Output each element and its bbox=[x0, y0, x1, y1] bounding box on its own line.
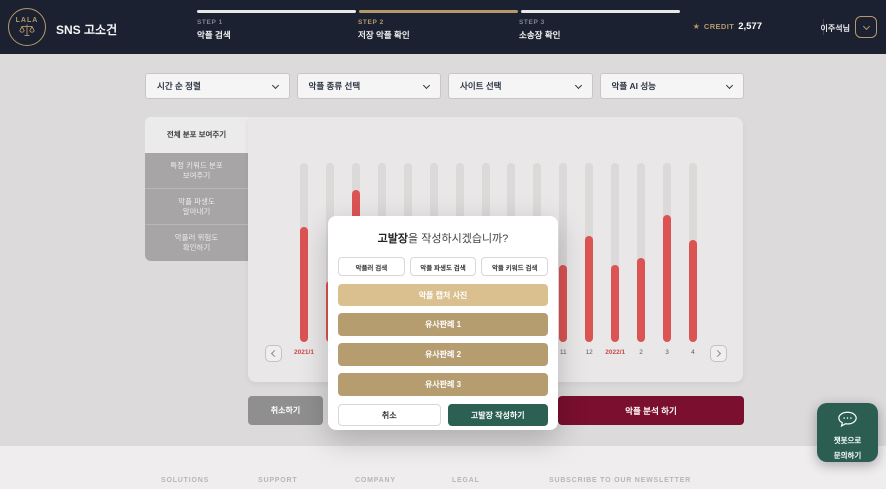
chevron-down-icon bbox=[271, 81, 278, 88]
credit-value: 2,577 bbox=[738, 21, 762, 32]
chatbot-button[interactable]: 챗봇으로 문의하기 bbox=[817, 403, 878, 462]
footer-col-solutions: SOLUTIONS bbox=[161, 477, 209, 484]
write-complaint-button[interactable]: 고발장 작성하기 bbox=[448, 404, 549, 426]
chevron-left-icon bbox=[271, 350, 278, 357]
step-3-bar bbox=[521, 10, 680, 13]
footer-col-legal: LEGAL bbox=[452, 477, 480, 484]
analyze-comments-button[interactable]: 악플 분석 하기 bbox=[558, 396, 744, 425]
tab-comment-derivation[interactable]: 악플 파생도 알아내기 bbox=[145, 189, 248, 225]
search-commenter-button[interactable]: 악플러 검색 bbox=[338, 257, 405, 276]
step-2: STEP 2 저장 악플 확인 bbox=[358, 19, 519, 41]
bar-4 bbox=[689, 240, 697, 342]
bar-12 bbox=[585, 236, 593, 342]
x-tick-label: 2 bbox=[628, 349, 654, 356]
modal-title: 고발장을 작성하시겠습니까? bbox=[338, 230, 548, 246]
step-progress: STEP 1 악플 검색 STEP 2 저장 악플 확인 STEP 3 소송장 … bbox=[197, 10, 680, 41]
page: LALA SNS 고소건 bbox=[0, 0, 886, 489]
user-name: 이주석님 bbox=[821, 23, 850, 34]
app-header: LALA SNS 고소건 bbox=[0, 0, 886, 54]
chart-prev-button[interactable] bbox=[265, 345, 282, 362]
cancel-button[interactable]: 취소하기 bbox=[248, 396, 323, 425]
modal-cancel-button[interactable]: 취소 bbox=[338, 404, 441, 426]
x-tick-label: 2022/1 bbox=[602, 349, 628, 356]
chat-bubble-icon bbox=[837, 411, 858, 428]
search-keyword-button[interactable]: 악플 키워드 검색 bbox=[481, 257, 548, 276]
modal-chip-row: 악플러 검색 악플 파생도 검색 악플 키워드 검색 bbox=[338, 257, 548, 276]
chevron-down-icon bbox=[574, 81, 581, 88]
credit-display: ★ CREDIT 2,577 bbox=[693, 21, 762, 32]
step-progress-bar bbox=[197, 10, 680, 13]
tab-keyword-distribution[interactable]: 특정 키워드 분포 보여주기 bbox=[145, 153, 248, 189]
bar-3 bbox=[663, 215, 671, 342]
similar-case-1-button[interactable]: 유사판례 1 bbox=[338, 313, 548, 336]
step-3: STEP 3 소송장 확인 bbox=[519, 19, 680, 41]
footer-col-newsletter: SUBSCRIBE TO OUR NEWSLETTER bbox=[549, 477, 691, 484]
star-icon: ★ bbox=[693, 23, 700, 31]
site-select-dropdown[interactable]: 사이트 선택 bbox=[448, 73, 593, 99]
chevron-right-icon bbox=[714, 350, 721, 357]
bar-2 bbox=[637, 258, 645, 342]
analysis-tabs: 전체 분포 보여주기 특정 키워드 분포 보여주기 악플 파생도 알아내기 악플… bbox=[145, 117, 248, 261]
page-footer: SOLUTIONS SUPPORT COMPANY LEGAL SUBSCRIB… bbox=[0, 446, 886, 489]
tab-commenter-risk[interactable]: 악플러 위험도 확인하기 bbox=[145, 225, 248, 261]
bar-2022/1 bbox=[611, 265, 619, 342]
user-menu-button[interactable] bbox=[855, 16, 877, 38]
x-tick-label: 12 bbox=[576, 349, 602, 356]
brand-logo[interactable]: LALA bbox=[8, 8, 46, 46]
comment-type-dropdown[interactable]: 악플 종류 선택 bbox=[297, 73, 442, 99]
footer-col-company: COMPANY bbox=[355, 477, 396, 484]
chevron-down-icon bbox=[726, 81, 733, 88]
x-tick-label: 2021/1 bbox=[291, 349, 317, 356]
bar-11 bbox=[559, 265, 567, 342]
chevron-down-icon bbox=[423, 81, 430, 88]
page-title: SNS 고소건 bbox=[56, 21, 117, 38]
ai-performance-dropdown[interactable]: 악플 AI 성능 bbox=[600, 73, 745, 99]
step-1: STEP 1 악플 검색 bbox=[197, 19, 358, 41]
modal-actions: 취소 고발장 작성하기 bbox=[338, 404, 548, 426]
credit-label: CREDIT bbox=[704, 22, 734, 31]
logo-text: LALA bbox=[16, 17, 39, 24]
similar-case-3-button[interactable]: 유사판례 3 bbox=[338, 373, 548, 396]
step-1-bar bbox=[197, 10, 356, 13]
complaint-confirm-modal: 고발장을 작성하시겠습니까? 악플러 검색 악플 파생도 검색 악플 키워드 검… bbox=[328, 216, 558, 430]
bar-2021/1 bbox=[300, 227, 308, 342]
chat-label: 챗봇으로 문의하기 bbox=[834, 431, 862, 461]
capture-photo-button[interactable]: 악플 캡처 사진 bbox=[338, 284, 548, 306]
chart-next-button[interactable] bbox=[710, 345, 727, 362]
chevron-down-icon bbox=[862, 22, 869, 29]
x-tick-label: 3 bbox=[654, 349, 680, 356]
x-tick-label: 4 bbox=[680, 349, 706, 356]
step-2-bar bbox=[359, 10, 518, 13]
similar-case-2-button[interactable]: 유사판례 2 bbox=[338, 343, 548, 366]
scales-of-justice-icon bbox=[19, 24, 35, 37]
filter-bar: 시간 순 정렬 악플 종류 선택 사이트 선택 악플 AI 성능 bbox=[145, 73, 744, 99]
footer-col-support: SUPPORT bbox=[258, 477, 297, 484]
search-derivation-button[interactable]: 악플 파생도 검색 bbox=[410, 257, 477, 276]
sort-order-dropdown[interactable]: 시간 순 정렬 bbox=[145, 73, 290, 99]
tab-overall-distribution[interactable]: 전체 분포 보여주기 bbox=[145, 117, 248, 153]
